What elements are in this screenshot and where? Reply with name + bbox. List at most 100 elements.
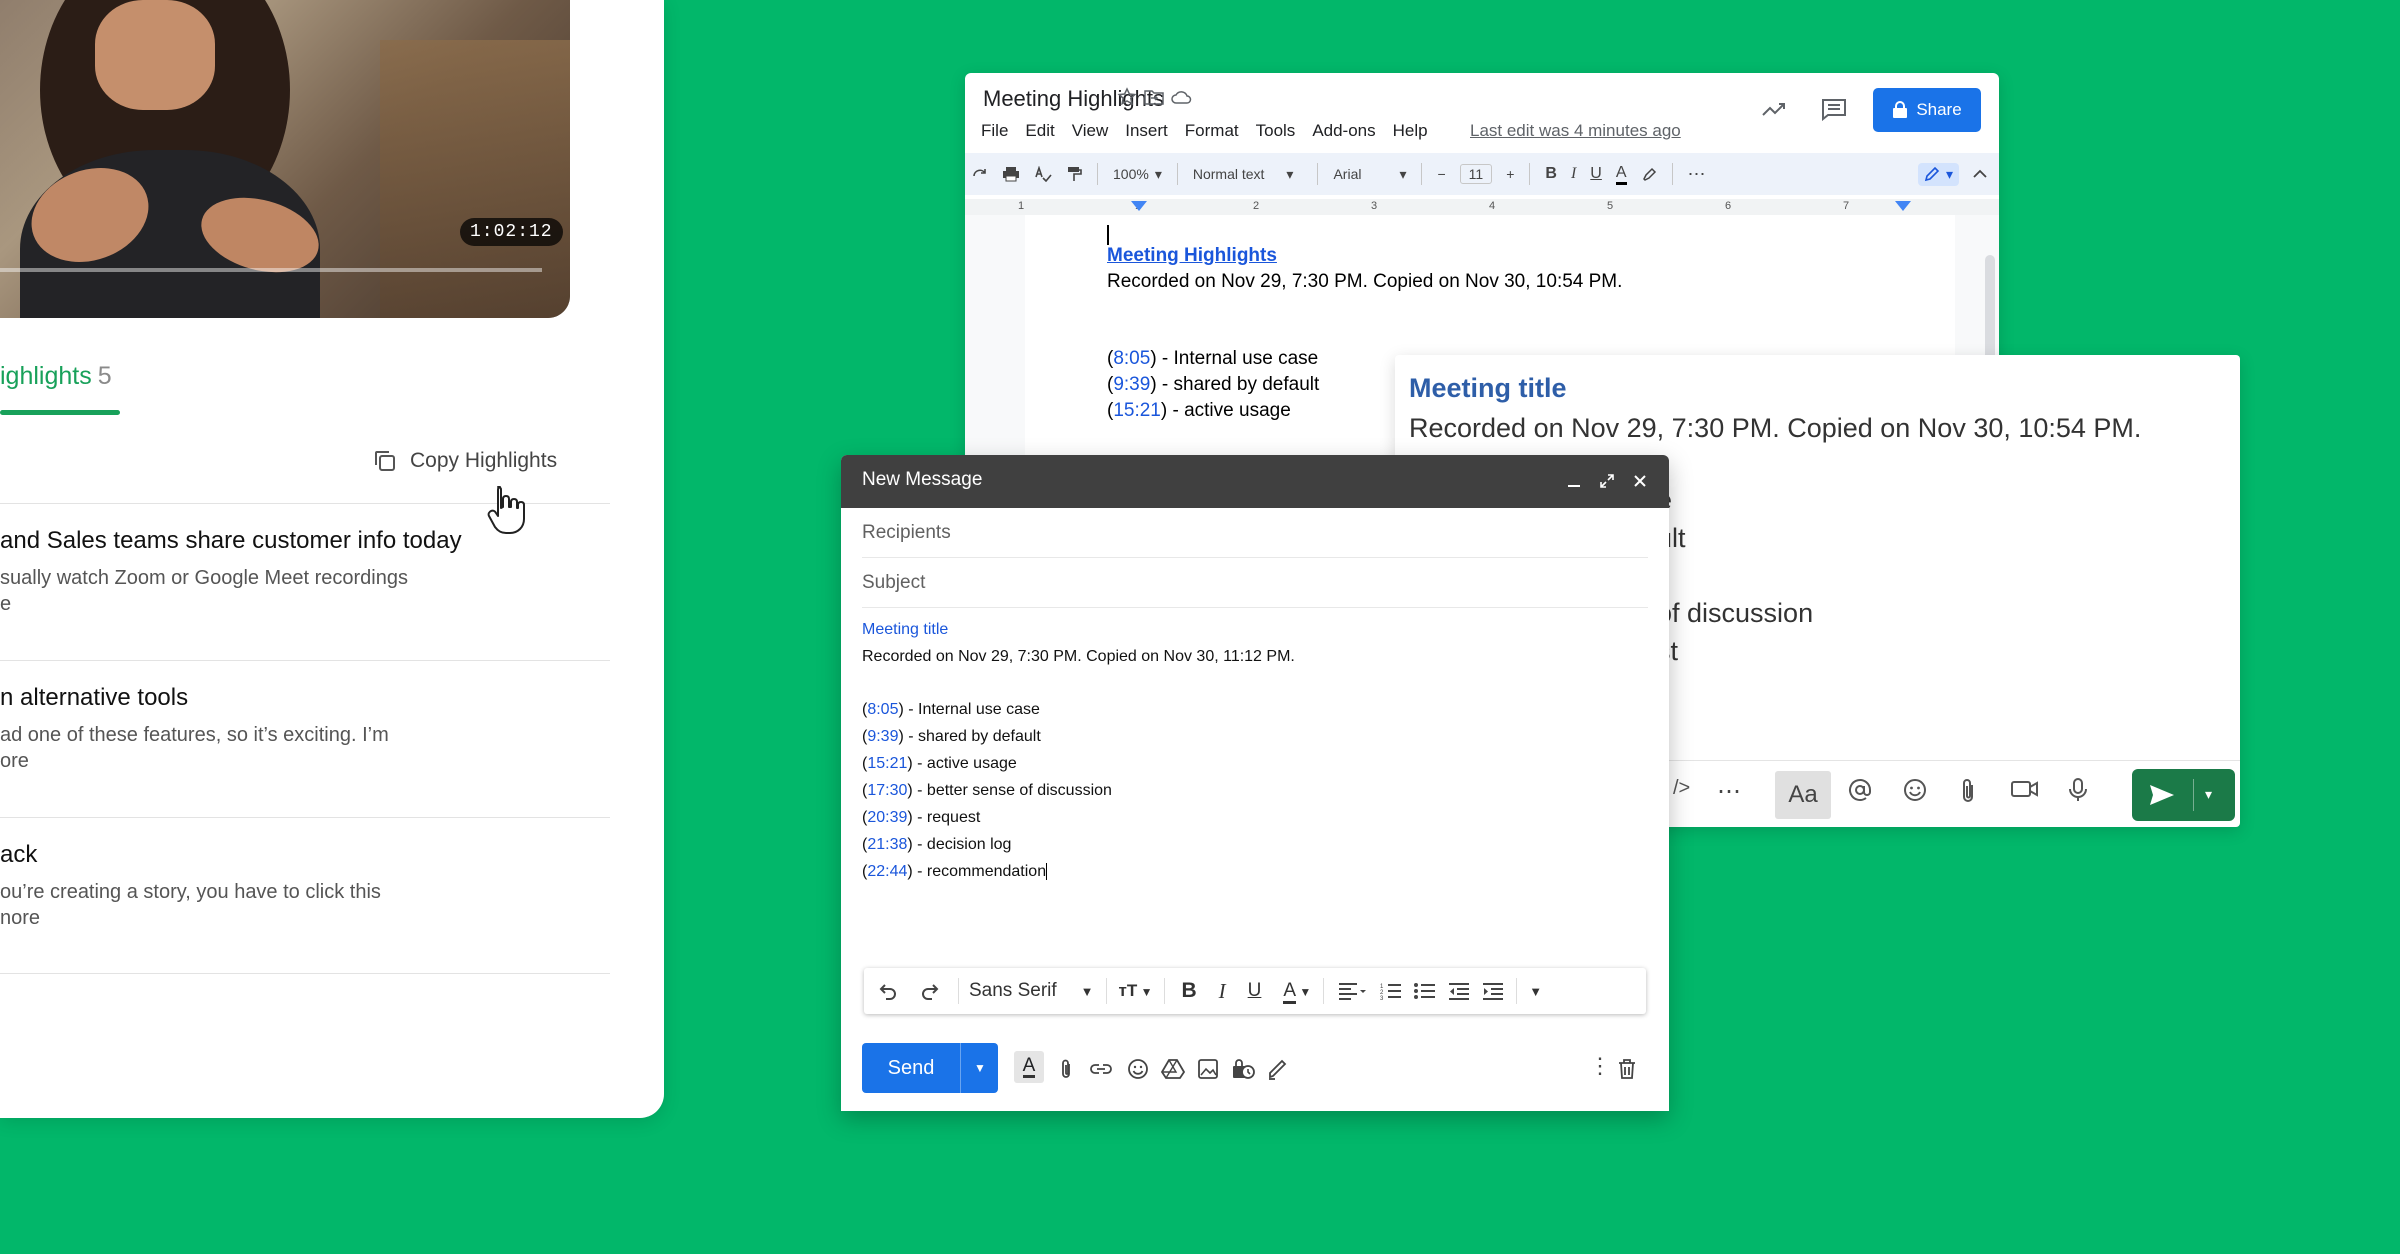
move-folder-icon[interactable] <box>1143 87 1165 107</box>
share-button[interactable]: Share <box>1873 88 1981 132</box>
indent-less-icon[interactable] <box>1448 982 1470 1000</box>
spellcheck-icon[interactable] <box>1034 166 1052 182</box>
more-options-icon[interactable]: ⋯ <box>1688 164 1706 185</box>
redo-icon[interactable] <box>972 166 988 182</box>
timestamp-link[interactable]: 22:44 <box>867 863 907 880</box>
numbered-list-icon[interactable]: 123 <box>1380 982 1402 1000</box>
menu-item-tools[interactable]: Tools <box>1256 121 1296 141</box>
menu-item-help[interactable]: Help <box>1393 121 1428 141</box>
ruler-mark: 1 <box>1018 200 1025 212</box>
text-color-icon[interactable]: A ▼ <box>1283 980 1311 1004</box>
timestamp-link[interactable]: 9:39 <box>867 728 898 745</box>
comments-icon[interactable] <box>1820 97 1848 121</box>
doc-heading-link[interactable]: Meeting Highlights <box>1107 245 1277 267</box>
timestamp-link[interactable]: 15:21 <box>1113 400 1161 421</box>
bold-icon[interactable]: B <box>1181 979 1196 1003</box>
underline-icon[interactable]: U <box>1248 980 1262 1002</box>
print-icon[interactable] <box>1002 166 1020 182</box>
redo-icon[interactable] <box>920 982 940 1000</box>
subject-field[interactable]: Subject <box>862 572 925 594</box>
recorded-line: Recorded on Nov 29, 7:30 PM. Copied on N… <box>862 648 1295 665</box>
more-formatting-icon[interactable]: ▼ <box>1529 984 1542 999</box>
timestamp-link[interactable]: 9:39 <box>1113 374 1150 395</box>
discard-draft-icon[interactable] <box>1617 1058 1637 1080</box>
highlight-color-icon[interactable] <box>1641 166 1657 182</box>
right-indent-marker[interactable] <box>1895 201 1911 211</box>
paint-format-icon[interactable] <box>1066 166 1082 182</box>
timestamp-link[interactable]: 20:39 <box>867 809 907 826</box>
menu-item-edit[interactable]: Edit <box>1025 121 1054 141</box>
google-drive-icon[interactable] <box>1161 1058 1185 1080</box>
signature-icon[interactable] <box>1267 1058 1289 1080</box>
meeting-title-link[interactable]: Meeting title <box>862 621 948 639</box>
timestamp-link[interactable]: 17:30 <box>867 782 907 799</box>
bulleted-list-icon[interactable] <box>1414 982 1436 1000</box>
more-options-icon[interactable]: ⋯ <box>1717 777 1741 806</box>
menu-item-insert[interactable]: Insert <box>1125 121 1168 141</box>
collapse-toolbar-icon[interactable] <box>1973 169 1987 179</box>
text-color-icon[interactable]: A <box>1615 164 1627 185</box>
timestamp-link[interactable]: 8:05 <box>867 701 898 718</box>
menu-item-view[interactable]: View <box>1072 121 1109 141</box>
menu-item-addons[interactable]: Add-ons <box>1312 121 1375 141</box>
chevron-down-icon[interactable]: ▾ <box>2205 786 2212 803</box>
close-icon[interactable] <box>1632 473 1648 489</box>
formatting-button[interactable]: Aa <box>1775 771 1831 819</box>
cloud-status-icon[interactable] <box>1170 87 1192 107</box>
font-size-input[interactable]: 11 <box>1459 164 1493 184</box>
menu-item-format[interactable]: Format <box>1185 121 1239 141</box>
timestamp-link[interactable]: 15:21 <box>867 755 907 772</box>
schedule-send-dropdown[interactable]: ▼ <box>960 1043 999 1093</box>
underline-icon[interactable]: U <box>1590 165 1602 183</box>
emoji-icon[interactable] <box>1127 1058 1149 1080</box>
video-icon[interactable] <box>2010 777 2040 801</box>
recipients-field[interactable]: Recipients <box>862 522 951 544</box>
italic-icon[interactable]: I <box>1571 165 1576 183</box>
copy-highlights-button[interactable]: Copy Highlights <box>372 446 557 476</box>
confidential-mode-icon[interactable] <box>1231 1058 1255 1080</box>
font-select[interactable]: Arial ▾ <box>1333 166 1406 183</box>
paragraph-style-select[interactable]: Normal text ▾ <box>1193 166 1294 183</box>
attachment-icon[interactable] <box>1957 777 1979 805</box>
left-indent-marker[interactable] <box>1131 201 1147 211</box>
undo-icon[interactable] <box>878 982 898 1000</box>
star-icon[interactable] <box>1117 87 1137 107</box>
editing-mode-icon[interactable]: ▾ <box>1917 162 1959 186</box>
compose-header[interactable]: New Message <box>841 455 1669 508</box>
lock-icon <box>1892 101 1908 119</box>
font-family-select[interactable]: Sans Serif ▼ <box>969 980 1094 1002</box>
formatting-options-icon[interactable]: A <box>1014 1051 1044 1083</box>
tab-highlights[interactable]: ighlights 5 <box>0 362 112 391</box>
ruler[interactable]: 1 1 2 3 4 5 6 7 <box>965 199 1999 215</box>
video-progress-bar[interactable] <box>0 268 542 272</box>
activity-trend-icon[interactable] <box>1760 97 1788 121</box>
insert-link-icon[interactable] <box>1089 1058 1113 1080</box>
list-item[interactable]: ack ou’re creating a story, you have to … <box>0 819 620 973</box>
decrease-font-size-icon[interactable]: − <box>1437 166 1445 182</box>
bold-icon[interactable]: B <box>1545 165 1557 183</box>
list-item[interactable]: n alternative tools ad one of these feat… <box>0 662 620 816</box>
last-edit-link[interactable]: Last edit was 4 minutes ago <box>1470 121 1681 141</box>
emoji-icon[interactable] <box>1902 777 1928 803</box>
timestamp-link[interactable]: 21:38 <box>867 836 907 853</box>
increase-font-size-icon[interactable]: + <box>1506 166 1514 182</box>
insert-photo-icon[interactable] <box>1197 1058 1219 1080</box>
microphone-icon[interactable] <box>2067 777 2089 803</box>
send-button[interactable]: Send ▼ <box>862 1043 998 1093</box>
expand-icon[interactable] <box>1599 473 1615 489</box>
timestamp-link[interactable]: 8:05 <box>1113 348 1150 369</box>
menu-item-file[interactable]: File <box>981 121 1008 141</box>
indent-more-icon[interactable] <box>1482 982 1504 1000</box>
send-message-button[interactable]: ▾ <box>2132 769 2235 821</box>
align-icon[interactable] <box>1338 982 1368 1000</box>
italic-icon[interactable]: I <box>1219 979 1226 1004</box>
video-player[interactable]: 1:02:12 <box>0 0 570 318</box>
code-icon[interactable]: /> <box>1673 777 1690 800</box>
minimize-icon[interactable] <box>1566 473 1582 489</box>
attachment-icon[interactable] <box>1057 1058 1075 1080</box>
zoom-select[interactable]: 100% ▾ <box>1113 166 1162 183</box>
more-options-icon[interactable]: ⋮ <box>1589 1053 1611 1079</box>
mention-icon[interactable] <box>1847 777 1873 803</box>
compose-body[interactable]: Meeting title Recorded on Nov 29, 7:30 P… <box>841 615 1669 955</box>
font-size-icon[interactable]: тT ▼ <box>1119 981 1153 1001</box>
